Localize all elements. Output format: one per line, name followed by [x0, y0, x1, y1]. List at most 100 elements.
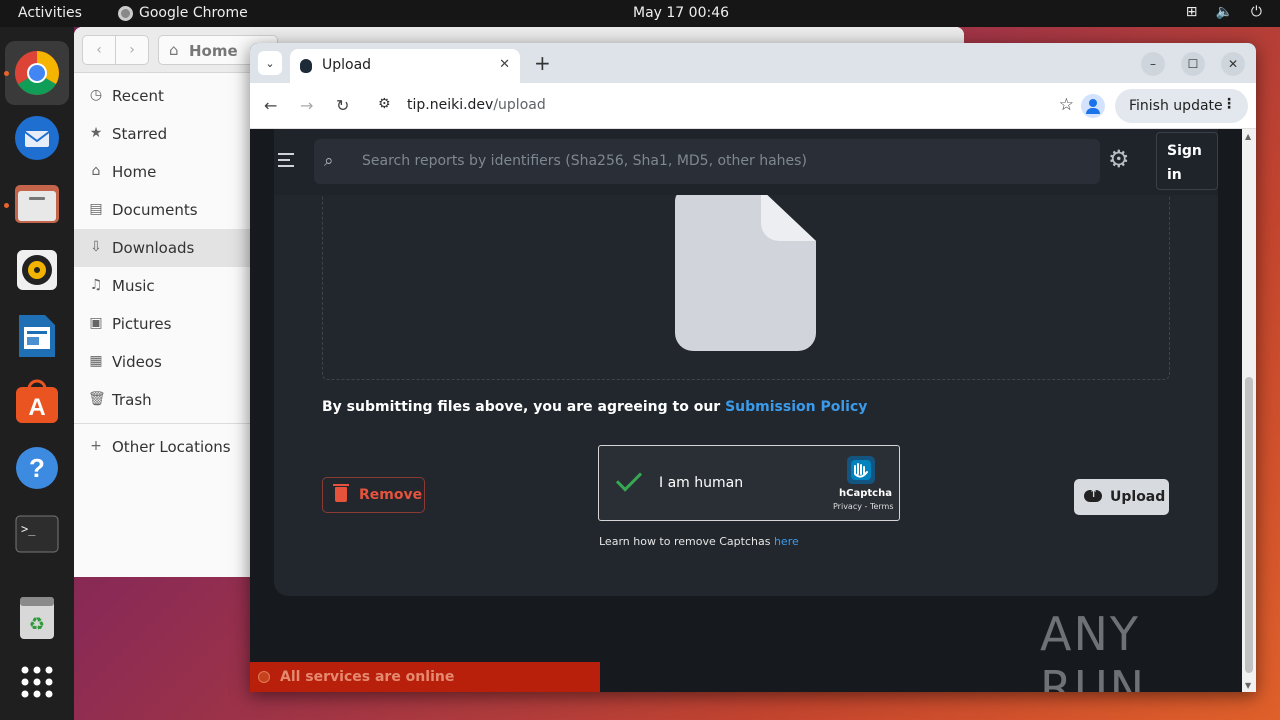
chevron-left-icon: ‹	[96, 42, 102, 58]
hcaptcha-widget[interactable]: I am human hCaptcha Privacy - Terms	[598, 445, 900, 521]
scroll-down-icon[interactable]: ▼	[1245, 681, 1251, 690]
terminal-icon: >_	[15, 515, 59, 553]
menu-icon[interactable]	[278, 153, 294, 171]
dock-writer[interactable]	[12, 311, 62, 361]
sidebar-item-label: Music	[112, 277, 155, 295]
captcha-legal-links[interactable]: Privacy - Terms	[833, 502, 894, 511]
site-search-input[interactable]: ⌕ Search reports by identifiers (Sha256,…	[314, 139, 1100, 184]
dock-chrome[interactable]	[5, 41, 69, 105]
sidebar-item-label: Trash	[112, 391, 152, 409]
sidebar-item-music[interactable]: ♫ Music	[74, 267, 250, 305]
help-icon: ?	[16, 447, 58, 489]
sidebar-item-label: Documents	[112, 201, 198, 219]
sidebar-item-other-locations[interactable]: + Other Locations	[74, 428, 250, 466]
dock-files[interactable]	[12, 179, 62, 229]
sidebar-item-starred[interactable]: ★ Starred	[74, 115, 250, 153]
submission-policy-notice: By submitting files above, you are agree…	[322, 399, 867, 415]
sidebar-item-recent[interactable]: ◷ Recent	[74, 77, 250, 115]
system-tray[interactable]: ⊞ 🔈 ⏻	[1186, 4, 1262, 20]
forward-arrow-icon[interactable]: →	[300, 96, 313, 115]
sidebar-item-pictures[interactable]: ▣ Pictures	[74, 305, 250, 343]
tab-title: Upload	[322, 57, 372, 73]
person-icon	[1089, 99, 1097, 107]
file-dropzone[interactable]	[322, 189, 1170, 380]
files-icon	[15, 185, 59, 223]
submission-policy-link[interactable]: Submission Policy	[725, 399, 867, 415]
scrollbar[interactable]: ▲ ▼	[1242, 129, 1256, 692]
search-icon: ⌕	[324, 151, 334, 171]
svg-text:♻: ♻	[29, 614, 45, 635]
back-arrow-icon[interactable]: ←	[264, 96, 277, 115]
chrome-icon	[15, 51, 59, 95]
sidebar-item-trash[interactable]: 🗑 Trash	[74, 381, 250, 419]
upload-label: Upload	[1110, 489, 1166, 505]
dock-app-grid[interactable]	[12, 657, 62, 707]
minimize-icon: –	[1150, 57, 1156, 71]
download-icon: ⇩	[90, 239, 102, 255]
remove-label: Remove	[359, 487, 423, 503]
dock-trash[interactable]: ♻	[12, 593, 62, 643]
remove-button[interactable]: Remove	[322, 477, 425, 513]
page-viewport: By submitting files above, you are agree…	[250, 129, 1256, 692]
top-bar: Activities Google Chrome May 17 00:46 ⊞ …	[0, 0, 1280, 27]
captcha-help: Learn how to remove Captchas here	[599, 535, 799, 548]
checkmark-icon[interactable]	[615, 465, 643, 492]
app-center-icon: A	[16, 379, 58, 423]
activities-button[interactable]: Activities	[18, 5, 82, 21]
minimize-button[interactable]: –	[1141, 52, 1165, 76]
profile-avatar[interactable]	[1081, 94, 1105, 118]
tab-search-button[interactable]: ⌄	[258, 51, 282, 75]
tab-strip: ⌄ Upload ✕ + – ☐ ✕	[250, 43, 1256, 83]
clock[interactable]: May 17 00:46	[633, 5, 729, 21]
files-sidebar: ◷ Recent ★ Starred ⌂ Home ▤ Documents ⇩ Downl…	[74, 73, 250, 577]
site-info-icon[interactable]: ⚙	[378, 96, 391, 112]
writer-icon	[19, 315, 55, 357]
svg-text:A: A	[28, 394, 45, 421]
address-bar[interactable]: ⚙ tip.neiki.dev/upload ☆	[370, 90, 1074, 122]
app-menu[interactable]: Google Chrome	[118, 5, 248, 21]
new-tab-button[interactable]: +	[534, 51, 551, 75]
running-indicator	[4, 71, 9, 76]
reload-icon[interactable]: ↻	[336, 96, 349, 115]
hcaptcha-brand: hCaptcha	[839, 488, 892, 499]
thunderbird-icon	[15, 116, 59, 160]
file-icon	[675, 189, 816, 351]
sign-in-button[interactable]: Sign in	[1156, 132, 1218, 190]
app-name: Google Chrome	[139, 5, 248, 21]
dock-help[interactable]: ?	[12, 443, 62, 493]
status-indicator-icon	[258, 671, 270, 683]
finish-update-button[interactable]: Finish update ⋮	[1115, 89, 1248, 123]
sidebar-item-downloads[interactable]: ⇩ Downloads	[74, 229, 250, 267]
dock-rhythmbox[interactable]	[12, 245, 62, 295]
sidebar-item-home[interactable]: ⌂ Home	[74, 153, 250, 191]
bookmark-star-icon[interactable]: ☆	[1059, 95, 1074, 115]
picture-icon: ▣	[89, 315, 103, 331]
scroll-up-icon[interactable]: ▲	[1245, 132, 1251, 141]
back-button[interactable]: ‹	[82, 35, 116, 65]
dock-app-center[interactable]: A	[12, 377, 62, 427]
dock-thunderbird[interactable]	[12, 113, 62, 163]
document-icon: ▤	[89, 201, 103, 217]
url-host: tip.neiki.dev	[407, 97, 494, 113]
scrollbar-thumb[interactable]	[1245, 377, 1253, 673]
hcaptcha-logo-icon	[847, 456, 875, 484]
tab-upload[interactable]: Upload ✕	[290, 49, 520, 83]
volume-icon: 🔈	[1215, 4, 1233, 20]
maximize-button[interactable]: ☐	[1181, 52, 1205, 76]
close-tab-icon[interactable]: ✕	[499, 57, 510, 72]
browser-toolbar: ← → ↻ ⚙ tip.neiki.dev/upload ☆ Finish up…	[250, 83, 1256, 129]
forward-button[interactable]: ›	[115, 35, 149, 65]
sidebar-item-documents[interactable]: ▤ Documents	[74, 191, 250, 229]
sidebar-item-label: Home	[112, 163, 157, 181]
sidebar-item-videos[interactable]: ▦ Videos	[74, 343, 250, 381]
close-window-button[interactable]: ✕	[1221, 52, 1245, 76]
captcha-help-link[interactable]: here	[774, 535, 799, 548]
gear-icon[interactable]: ⚙	[1108, 147, 1130, 171]
trash-icon: ♻	[20, 597, 54, 639]
upload-button[interactable]: Upload	[1074, 479, 1169, 515]
dock-terminal[interactable]: >_	[12, 509, 62, 559]
site-favicon	[300, 59, 312, 73]
path-label: Home	[189, 42, 238, 60]
trash-icon: 🗑	[88, 391, 106, 407]
status-bar: All services are online	[250, 662, 600, 692]
